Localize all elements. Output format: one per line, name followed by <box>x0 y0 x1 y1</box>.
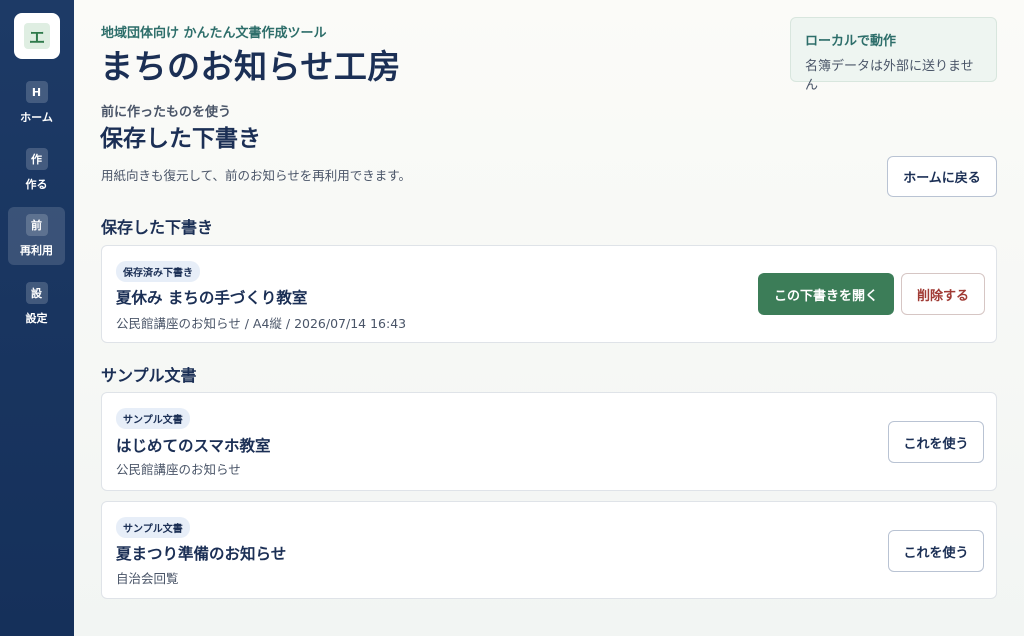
sample-meta: 自治会回覧 <box>116 571 179 586</box>
app-title: まちのお知らせ工房 <box>100 47 401 86</box>
sample-badge: サンプル文書 <box>116 517 190 538</box>
draft-card: 保存済み下書き 夏休み まちの手づくり教室 公民館講座のお知らせ / A4縦 /… <box>101 245 997 343</box>
page-eyebrow: 前に作ったものを使う <box>101 105 232 120</box>
sample-card: サンプル文書 夏まつり準備のお知らせ 自治会回覧 これを使う <box>101 501 997 599</box>
use-sample-button[interactable]: これを使う <box>888 421 984 463</box>
sidebar-item-label: 設定 <box>25 312 48 325</box>
sample-meta: 公民館講座のお知らせ <box>116 462 241 477</box>
settings-icon: 設 <box>25 282 48 304</box>
sample-title: はじめてのスマホ教室 <box>116 437 271 455</box>
sidebar-item-create[interactable]: 作 作る <box>8 141 65 199</box>
sample-card: サンプル文書 はじめてのスマホ教室 公民館講座のお知らせ これを使う <box>101 392 997 491</box>
delete-draft-button[interactable]: 削除する <box>901 273 985 315</box>
reuse-icon: 前 <box>25 214 48 236</box>
sidebar-item-settings[interactable]: 設 設定 <box>8 275 65 333</box>
logo-glyph: エ <box>24 23 50 49</box>
page-description: 用紙向きも復元して、前のお知らせを再利用できます。 <box>101 168 412 183</box>
sidebar-item-label: ホーム <box>20 111 53 124</box>
open-draft-button[interactable]: この下書きを開く <box>758 273 894 315</box>
home-button[interactable]: ホームに戻る <box>887 156 997 197</box>
sidebar: エ H ホーム 作 作る 前 再利用 設 設定 <box>0 0 74 636</box>
sample-title: 夏まつり準備のお知らせ <box>116 545 287 563</box>
samples-section-title: サンプル文書 <box>101 366 197 385</box>
draft-meta: 公民館講座のお知らせ / A4縦 / 2026/07/14 16:43 <box>116 316 407 331</box>
local-notice-title: ローカルで動作 <box>805 34 897 49</box>
sidebar-item-home[interactable]: H ホーム <box>8 74 65 132</box>
local-notice-desc: 名簿データは外部に送りません <box>805 59 974 93</box>
sample-badge: サンプル文書 <box>116 408 190 429</box>
sidebar-item-label: 再利用 <box>20 244 53 257</box>
use-sample-button[interactable]: これを使う <box>888 530 984 572</box>
sidebar-item-label: 作る <box>25 178 48 191</box>
page-title: 保存した下書き <box>100 126 261 152</box>
create-icon: 作 <box>25 148 48 170</box>
draft-title: 夏休み まちの手づくり教室 <box>116 289 308 307</box>
app-logo[interactable]: エ <box>14 13 60 59</box>
drafts-section-title: 保存した下書き <box>101 218 214 237</box>
draft-badge: 保存済み下書き <box>116 261 200 282</box>
sidebar-item-reuse[interactable]: 前 再利用 <box>8 207 65 265</box>
home-icon: H <box>25 81 48 103</box>
local-notice: ローカルで動作 名簿データは外部に送りません <box>790 17 997 93</box>
app-eyebrow: 地域団体向け かんたん文書作成ツール <box>101 26 327 41</box>
